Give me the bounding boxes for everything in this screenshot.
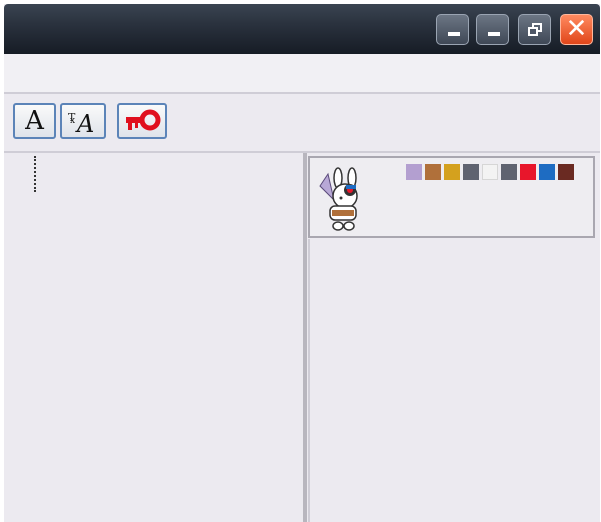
rabbit-character-icon xyxy=(316,166,366,234)
color-swatch[interactable] xyxy=(501,164,517,180)
menu-bar xyxy=(4,54,600,94)
color-swatch[interactable] xyxy=(539,164,555,180)
close-icon: ✕ xyxy=(565,14,588,44)
text-style-tool-icon: T x A xyxy=(62,105,104,138)
color-swatch[interactable] xyxy=(482,164,498,180)
color-swatch[interactable] xyxy=(520,164,536,180)
character-card[interactable] xyxy=(308,156,595,238)
restore-button[interactable] xyxy=(518,14,551,45)
minimize-button[interactable] xyxy=(436,14,469,45)
details-empty-area xyxy=(308,239,599,522)
minimize-button-2[interactable] xyxy=(476,14,509,45)
color-swatch[interactable] xyxy=(463,164,479,180)
text-tool-icon: A xyxy=(25,106,44,136)
key-tool-button[interactable] xyxy=(117,103,167,139)
close-button[interactable]: ✕ xyxy=(560,14,593,45)
color-swatch[interactable] xyxy=(444,164,460,180)
minimize-icon xyxy=(448,32,460,36)
svg-text:x: x xyxy=(70,116,75,126)
tree-connector-line xyxy=(34,156,36,192)
svg-text:A: A xyxy=(75,110,94,137)
tree-pane[interactable] xyxy=(4,153,303,522)
color-swatch[interactable] xyxy=(406,164,422,180)
app-window: ✕ A T x A xyxy=(4,4,600,522)
minimize-icon xyxy=(488,32,500,36)
color-swatch[interactable] xyxy=(425,164,441,180)
text-style-tool-button[interactable]: T x A xyxy=(60,103,106,139)
toolbar: A T x A xyxy=(4,94,600,153)
text-tool-button[interactable]: A xyxy=(13,103,56,139)
color-swatch[interactable] xyxy=(558,164,574,180)
details-pane xyxy=(307,153,600,522)
key-tool-icon xyxy=(119,105,165,137)
title-bar[interactable]: ✕ xyxy=(4,4,600,54)
